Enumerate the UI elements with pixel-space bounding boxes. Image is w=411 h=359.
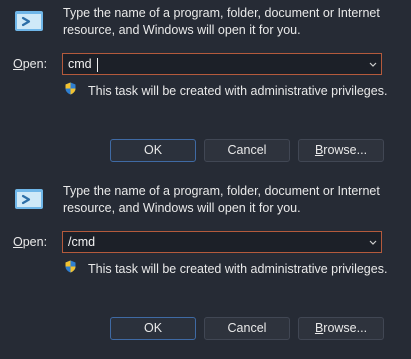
browse-button[interactable]: Browse... <box>298 317 384 340</box>
uac-shield-icon <box>65 82 76 95</box>
run-dialog-icon <box>15 11 43 31</box>
run-dialog-2: Type the name of a program, folder, docu… <box>0 178 411 356</box>
ok-button[interactable]: OK <box>110 317 196 340</box>
admin-privileges-note: This task will be created with administr… <box>88 84 388 98</box>
text-caret <box>97 58 98 72</box>
run-description: Type the name of a program, folder, docu… <box>63 6 380 37</box>
open-label: Open: <box>13 57 48 71</box>
uac-shield-icon <box>65 260 76 273</box>
cancel-button[interactable]: Cancel <box>204 139 290 162</box>
open-label: Open: <box>13 235 48 249</box>
run-dialog-icon <box>15 189 43 209</box>
open-combobox[interactable]: /cmd <box>62 231 382 253</box>
run-description: Type the name of a program, folder, docu… <box>63 184 380 215</box>
open-input-value[interactable]: cmd <box>68 57 92 71</box>
admin-privileges-note: This task will be created with administr… <box>88 262 388 276</box>
open-input-value[interactable]: /cmd <box>68 235 95 249</box>
browse-button[interactable]: Browse... <box>298 139 384 162</box>
chevron-down-icon[interactable] <box>368 235 378 249</box>
cancel-button[interactable]: Cancel <box>204 317 290 340</box>
ok-button[interactable]: OK <box>110 139 196 162</box>
open-combobox[interactable]: cmd <box>62 53 382 75</box>
chevron-down-icon[interactable] <box>368 57 378 71</box>
run-dialog-1: Type the name of a program, folder, docu… <box>0 0 411 178</box>
